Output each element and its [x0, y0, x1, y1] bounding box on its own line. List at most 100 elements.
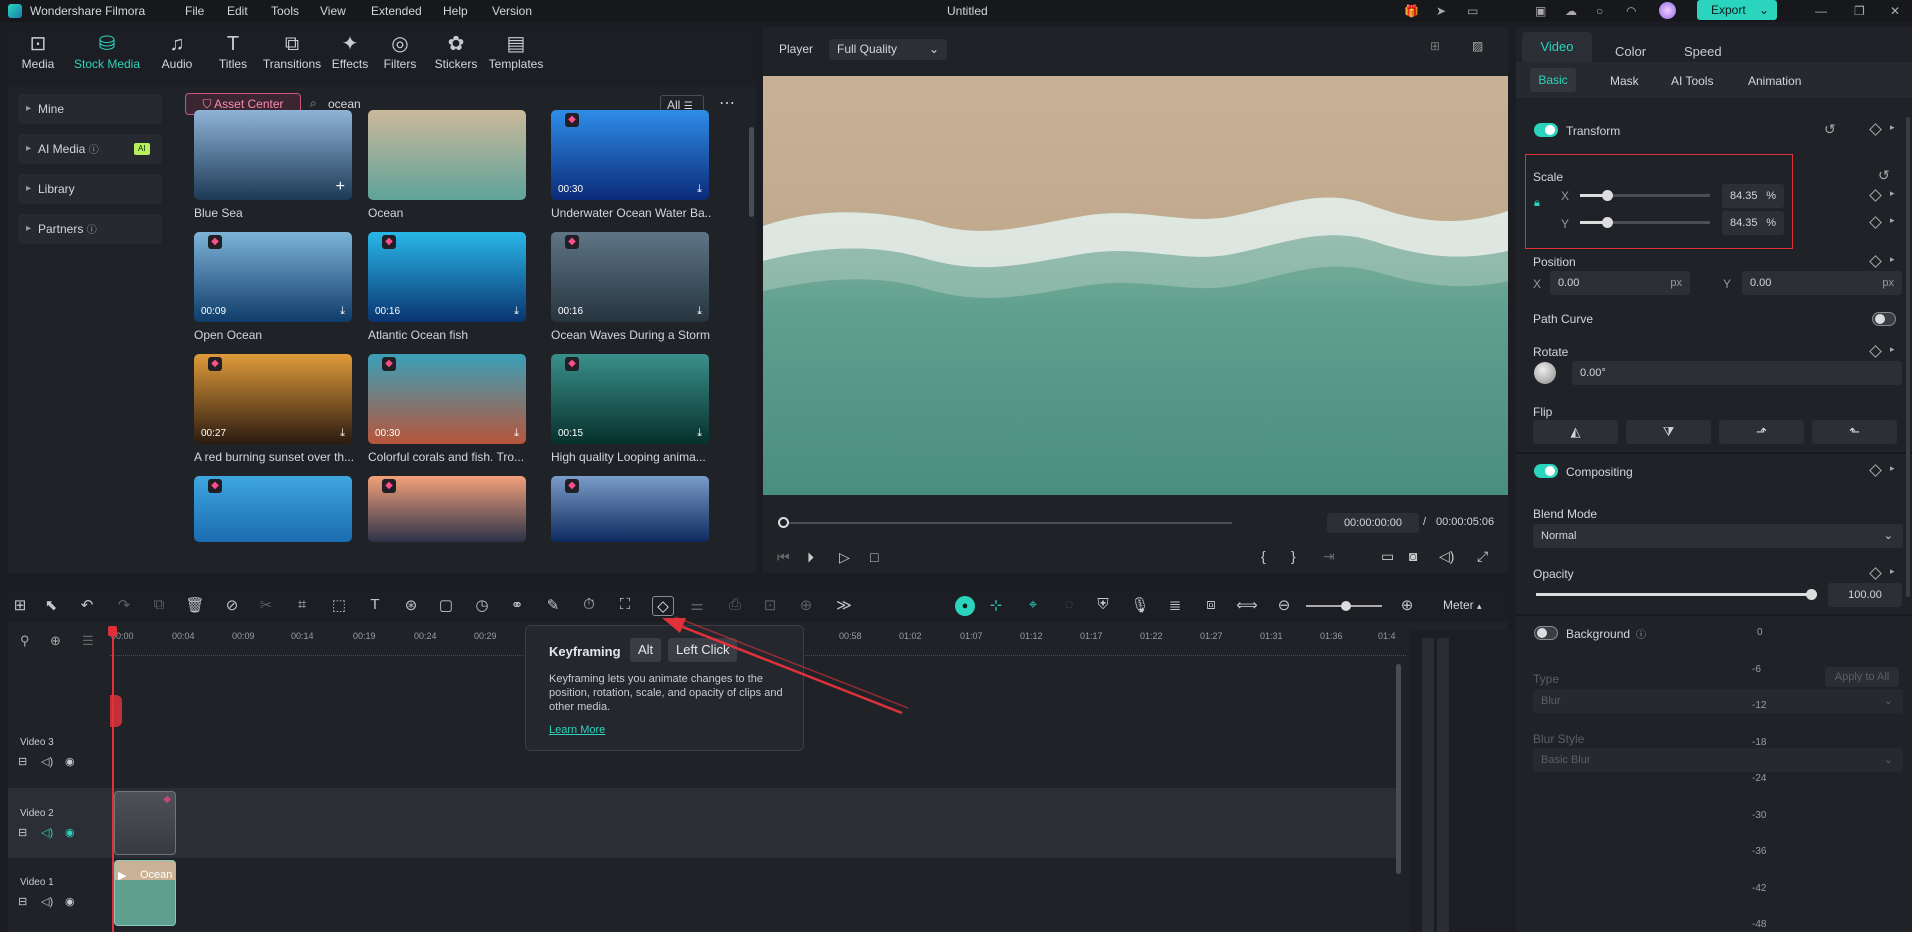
- avatar[interactable]: [1659, 2, 1676, 19]
- playhead[interactable]: [112, 626, 114, 932]
- volume-icon[interactable]: ◁): [1439, 548, 1454, 565]
- subtab-animation[interactable]: Animation: [1748, 74, 1801, 88]
- select-icon[interactable]: ⬉: [40, 596, 62, 614]
- asset-thumbnail[interactable]: ◆ 00:16 ⤓: [368, 232, 526, 322]
- cut-icon[interactable]: ✂: [255, 596, 277, 614]
- list-icon[interactable]: ≣: [1164, 596, 1186, 614]
- rotate-input[interactable]: 0.00°: [1572, 361, 1902, 385]
- pip-icon[interactable]: ⧈: [1200, 596, 1222, 613]
- quality-dropdown[interactable]: Full Quality ⌄: [829, 39, 947, 60]
- asset-thumbnail[interactable]: ◆ 00:09 ⤓: [194, 232, 352, 322]
- add-track-icon[interactable]: ⊕: [50, 633, 61, 649]
- tab-templates[interactable]: ▤ Templates: [485, 31, 547, 71]
- minimize-icon[interactable]: —: [1815, 4, 1827, 18]
- tab-color[interactable]: Color: [1615, 44, 1646, 59]
- scale-y-input[interactable]: 84.35%: [1722, 211, 1784, 235]
- headset-icon[interactable]: ◠: [1626, 4, 1636, 18]
- speaker-icon[interactable]: ◁): [41, 826, 53, 839]
- position-keyframe-icon[interactable]: [1869, 255, 1882, 268]
- zoom-in-icon[interactable]: ⊕: [1396, 596, 1418, 614]
- redo-icon[interactable]: ↷: [113, 596, 135, 614]
- asset-thumbnail[interactable]: ◆: [551, 476, 709, 542]
- menu-tools[interactable]: Tools: [271, 4, 299, 18]
- speaker-icon[interactable]: ◁): [41, 895, 53, 908]
- tab-media[interactable]: ⊡ Media: [9, 31, 67, 71]
- folder-icon[interactable]: ⊟: [18, 755, 27, 768]
- playback-scrubber[interactable]: [782, 522, 1232, 524]
- camera-icon[interactable]: ◙: [1409, 548, 1417, 564]
- position-y-input[interactable]: 0.00 px: [1742, 271, 1902, 295]
- tab-stock-media[interactable]: ⛁ Stock Media: [69, 31, 145, 71]
- camera-icon[interactable]: ⌖: [1022, 596, 1044, 613]
- tab-video[interactable]: Video: [1522, 32, 1592, 62]
- menu-version[interactable]: Version: [492, 4, 532, 18]
- blend-mode-dropdown[interactable]: Normal ⌄: [1533, 524, 1903, 548]
- timeline-vscrollbar[interactable]: [1396, 664, 1401, 874]
- gift-icon[interactable]: 🎁: [1404, 4, 1419, 18]
- grid-view-icon[interactable]: ⊞: [1430, 39, 1440, 53]
- asset-thumbnail[interactable]: ◆ 00:30 ⤓: [551, 110, 709, 200]
- path-curve-toggle[interactable]: [1872, 312, 1896, 326]
- scale-x-slider[interactable]: [1580, 190, 1710, 201]
- step-forward-icon[interactable]: ⏵: [807, 549, 814, 566]
- opacity-slider[interactable]: [1536, 589, 1817, 600]
- mic-icon[interactable]: 🎙︎: [1129, 596, 1151, 614]
- download-icon[interactable]: ⤓: [340, 305, 345, 318]
- fullscreen-icon[interactable]: ⤢: [1477, 548, 1488, 565]
- mark-in-icon[interactable]: {: [1261, 548, 1266, 564]
- rotate-dial[interactable]: [1534, 362, 1556, 384]
- freeze-icon[interactable]: ⬚: [328, 596, 350, 614]
- rotate-cw-button[interactable]: ⬏: [1719, 420, 1804, 444]
- asset-thumbnail[interactable]: ◆: [368, 476, 526, 542]
- transform-toggle[interactable]: [1534, 123, 1558, 137]
- subtab-ai-tools[interactable]: AI Tools: [1671, 74, 1713, 88]
- tab-transitions[interactable]: ⧉ Transitions: [257, 31, 327, 71]
- display-icon[interactable]: ▭: [1381, 548, 1394, 565]
- lock-icon[interactable]: 🔒︎: [1534, 197, 1540, 210]
- folder-icon[interactable]: ⊟: [18, 826, 27, 839]
- rotate-ccw-button[interactable]: ⬑: [1812, 420, 1897, 444]
- expand-icon[interactable]: ▸: [1890, 463, 1895, 474]
- track-settings-icon[interactable]: ☰: [82, 633, 94, 649]
- scrubber-handle[interactable]: [778, 517, 789, 528]
- scale-y-slider[interactable]: [1580, 217, 1710, 228]
- asset-thumbnail[interactable]: ◆: [194, 476, 352, 542]
- add-icon[interactable]: +: [336, 178, 345, 196]
- flip-vertical-button[interactable]: ⧩: [1626, 420, 1711, 444]
- color-icon[interactable]: ⚭: [506, 596, 528, 614]
- apply-to-all-button[interactable]: Apply to All: [1825, 667, 1899, 687]
- flip-horizontal-button[interactable]: ◭: [1533, 420, 1618, 444]
- download-icon[interactable]: ⤓: [514, 305, 519, 318]
- link-icon[interactable]: ⚲: [20, 633, 30, 649]
- sidebar-item-ai-media[interactable]: AI Media ⓘ AI: [18, 134, 162, 164]
- asset-thumbnail[interactable]: +: [194, 110, 352, 200]
- properties-scrollbar[interactable]: [1906, 117, 1910, 597]
- bulb-icon[interactable]: ○: [1596, 4, 1603, 18]
- sidebar-item-partners[interactable]: Partners ⓘ: [18, 214, 162, 244]
- background-toggle[interactable]: [1534, 626, 1558, 640]
- clock-icon[interactable]: ◌: [1058, 596, 1080, 613]
- stop-icon[interactable]: □: [870, 549, 878, 565]
- compositing-toggle[interactable]: [1534, 464, 1558, 478]
- speed-icon[interactable]: ◷: [471, 596, 493, 614]
- opacity-input[interactable]: 100.00: [1828, 583, 1902, 607]
- clip-video1-ocean[interactable]: ▶ Ocean: [114, 860, 176, 926]
- expand-icon[interactable]: ▸: [1890, 215, 1895, 226]
- scale-x-keyframe-icon[interactable]: [1869, 189, 1882, 202]
- toggle-ai-icon[interactable]: ●: [955, 596, 975, 616]
- speaker-icon[interactable]: ◁): [41, 755, 53, 768]
- meter-dropdown[interactable]: Meter ▴: [1443, 598, 1503, 612]
- zoom-out-icon[interactable]: ⊖: [1273, 596, 1295, 614]
- eye-icon[interactable]: ◉: [65, 755, 75, 768]
- keyframe-diamond-icon[interactable]: [1869, 464, 1882, 477]
- menu-view[interactable]: View: [320, 4, 346, 18]
- track-video2-row[interactable]: [8, 788, 1398, 858]
- tab-stickers[interactable]: ✿ Stickers: [427, 31, 485, 71]
- grid-scrollbar[interactable]: [749, 127, 754, 217]
- group-icon[interactable]: ⧉: [148, 596, 170, 613]
- asset-thumbnail[interactable]: ◆ 00:16 ⤓: [551, 232, 709, 322]
- split-icon[interactable]: ⊹: [985, 596, 1007, 614]
- tab-speed[interactable]: Speed: [1684, 44, 1722, 59]
- sidebar-item-mine[interactable]: Mine: [18, 94, 162, 124]
- expand-icon[interactable]: ▸: [1890, 344, 1895, 355]
